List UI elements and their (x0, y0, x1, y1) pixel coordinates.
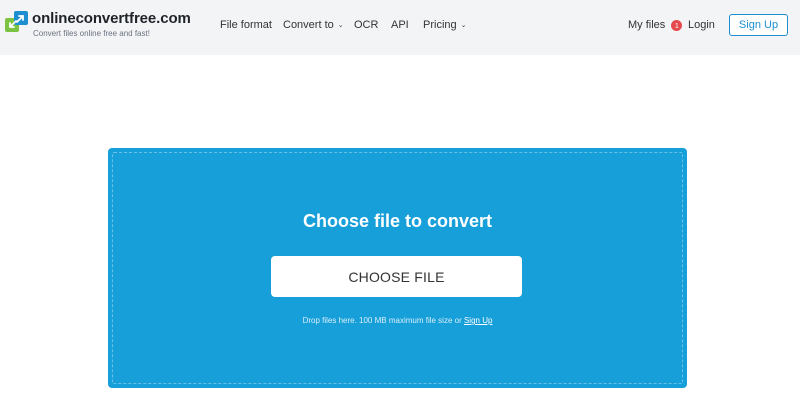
chevron-down-icon: ⌄ (337, 22, 344, 29)
nav-convert-to-label: Convert to (283, 19, 334, 31)
nav-api-label: API (391, 19, 409, 31)
nav-api[interactable]: API (391, 19, 409, 31)
chevron-down-icon: ⌄ (460, 22, 467, 29)
signup-button[interactable]: Sign Up (729, 14, 788, 36)
signup-link[interactable]: Sign Up (464, 316, 492, 325)
nav-file-format[interactable]: File format (220, 19, 272, 31)
nav-pricing-label: Pricing (423, 19, 457, 31)
nav-my-files[interactable]: My files 1 (628, 19, 683, 31)
brand-name: onlineconvertfree.com (32, 10, 191, 27)
nav-login[interactable]: Login (688, 19, 715, 31)
nav-login-label: Login (688, 19, 715, 31)
upload-panel[interactable]: Choose file to convert CHOOSE FILE Drop … (108, 148, 687, 388)
drop-hint: Drop files here. 100 MB maximum file siz… (108, 316, 687, 325)
nav-convert-to[interactable]: Convert to ⌄ (283, 19, 344, 31)
upload-title: Choose file to convert (302, 211, 493, 231)
files-count-badge: 1 (671, 19, 683, 31)
brand-tagline: Convert files online free and fast! (33, 29, 150, 38)
nav-file-format-label: File format (220, 19, 272, 31)
site-header: onlineconvertfree.com Convert files onli… (0, 0, 800, 55)
nav-ocr-label: OCR (354, 19, 379, 31)
choose-file-button[interactable]: CHOOSE FILE (271, 256, 522, 297)
nav-my-files-label: My files (628, 19, 666, 31)
drop-hint-text: Drop files here. 100 MB maximum file siz… (302, 316, 462, 325)
nav-pricing[interactable]: Pricing ⌄ (423, 19, 467, 31)
logo-icon (5, 11, 28, 32)
nav-ocr[interactable]: OCR (354, 19, 378, 31)
